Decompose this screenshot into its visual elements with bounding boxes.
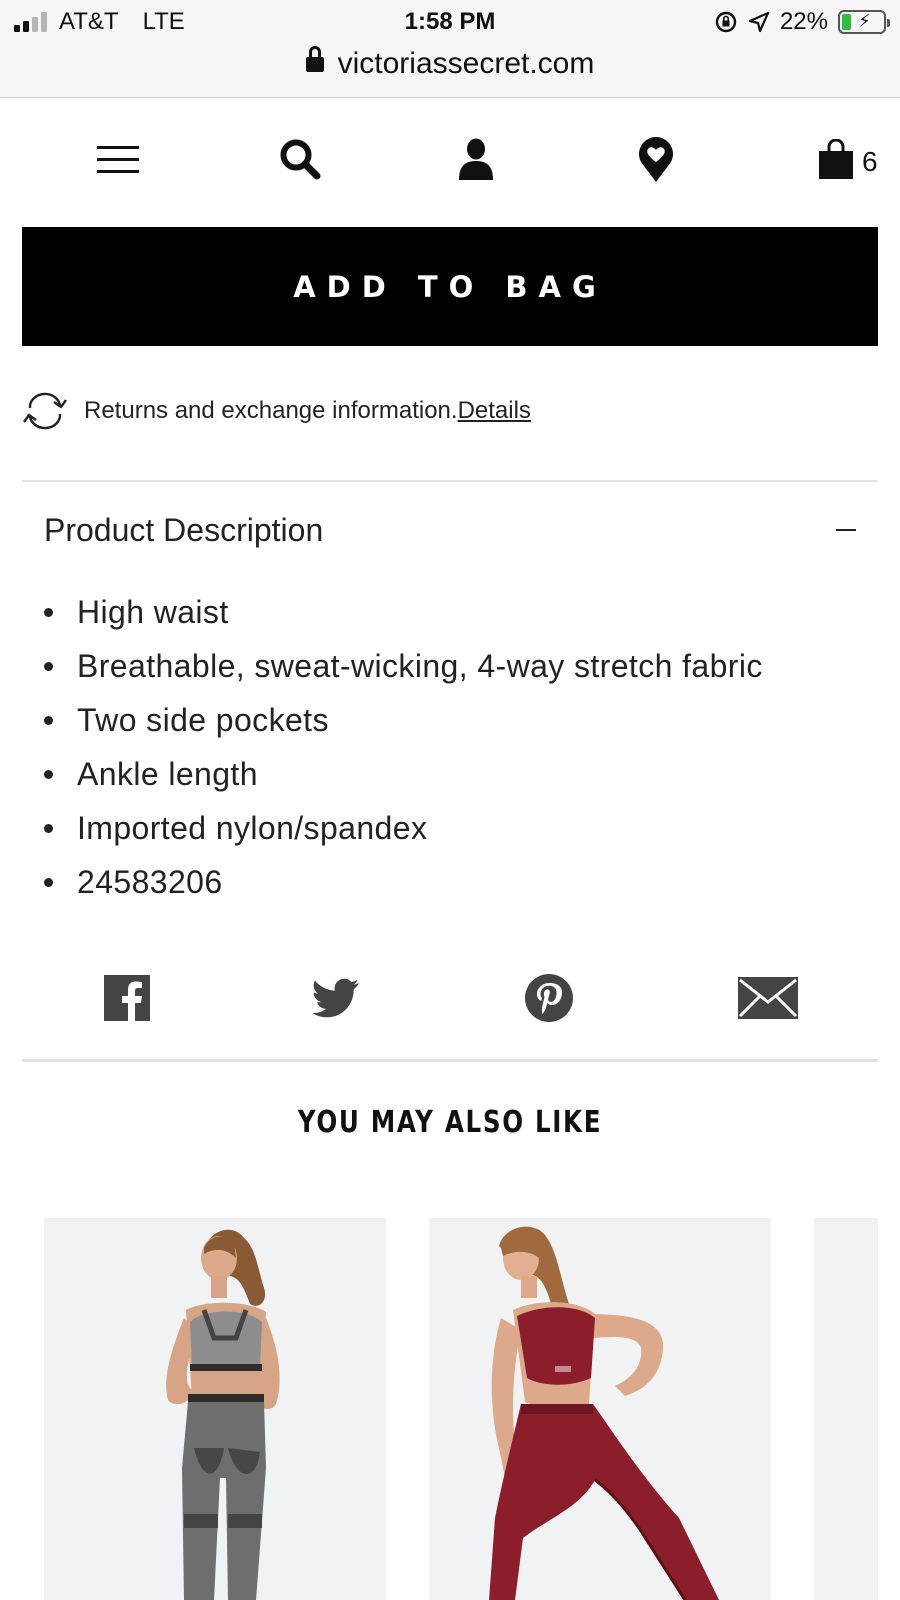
facebook-icon: [104, 975, 150, 1021]
browser-chrome: AT&T LTE 1:58 PM 22% ⚡ victoriassecret.c…: [0, 0, 900, 98]
recommended-product-card[interactable]: [429, 1218, 771, 1600]
status-bar: AT&T LTE 1:58 PM 22% ⚡: [0, 0, 900, 44]
battery-level: [842, 14, 851, 30]
shopping-bag-icon: [819, 139, 853, 179]
divider: [22, 480, 878, 482]
divider: [22, 1059, 878, 1062]
orientation-lock-icon: [715, 11, 737, 33]
url-text[interactable]: victoriassecret.com: [338, 47, 595, 81]
pinterest-icon: [525, 974, 573, 1022]
product-image-burgundy-leggings: [489, 1226, 719, 1600]
site-nav: 6: [0, 99, 900, 219]
returns-details-link[interactable]: Details: [458, 397, 531, 425]
you-may-also-like-title: YOU MAY ALSO LIKE: [297, 1105, 603, 1140]
add-to-bag-button[interactable]: ADD TO BAG: [22, 227, 878, 346]
lock-icon: [305, 46, 324, 72]
product-image-gray-leggings: [166, 1229, 280, 1600]
recommended-product-card[interactable]: [814, 1218, 878, 1600]
list-item: Two side pockets: [44, 693, 884, 747]
minus-icon[interactable]: [836, 529, 856, 531]
product-description-title: Product Description: [44, 511, 324, 548]
pinterest-share-button[interactable]: [524, 972, 574, 1024]
recommended-product-card[interactable]: [44, 1218, 386, 1600]
wishlist-heart-icon[interactable]: [634, 131, 678, 187]
cart-count: 6: [862, 146, 878, 177]
status-right: 22% ⚡: [714, 8, 890, 36]
shopping-bag-button[interactable]: 6: [818, 131, 898, 187]
exchange-arrows-icon: [23, 392, 67, 430]
product-description-toggle[interactable]: Product Description: [44, 508, 860, 552]
battery-percent: 22%: [779, 8, 828, 35]
product-description-list: High waist Breathable, sweat-wicking, 4-…: [44, 585, 884, 909]
list-item: High waist: [44, 585, 884, 639]
email-share-button[interactable]: [738, 972, 798, 1024]
list-item: Breathable, sweat-wicking, 4-way stretch…: [44, 639, 884, 693]
menu-icon[interactable]: [96, 131, 140, 187]
list-item: 24583206: [44, 855, 884, 909]
account-icon[interactable]: [456, 131, 496, 187]
list-item: Ankle length: [44, 747, 884, 801]
returns-text: Returns and exchange information.: [84, 397, 458, 424]
email-icon: [738, 977, 798, 1019]
url-bar[interactable]: victoriassecret.com: [0, 44, 900, 84]
location-arrow-icon: [748, 11, 770, 33]
twitter-share-button[interactable]: [312, 972, 360, 1024]
twitter-icon: [312, 978, 359, 1018]
battery-icon: ⚡: [838, 10, 890, 34]
returns-info: Returns and exchange information. Details: [22, 392, 531, 430]
charging-bolt-icon: ⚡: [858, 11, 871, 31]
search-icon[interactable]: [276, 131, 324, 187]
facebook-share-button[interactable]: [104, 972, 150, 1024]
list-item: Imported nylon/spandex: [44, 801, 884, 855]
